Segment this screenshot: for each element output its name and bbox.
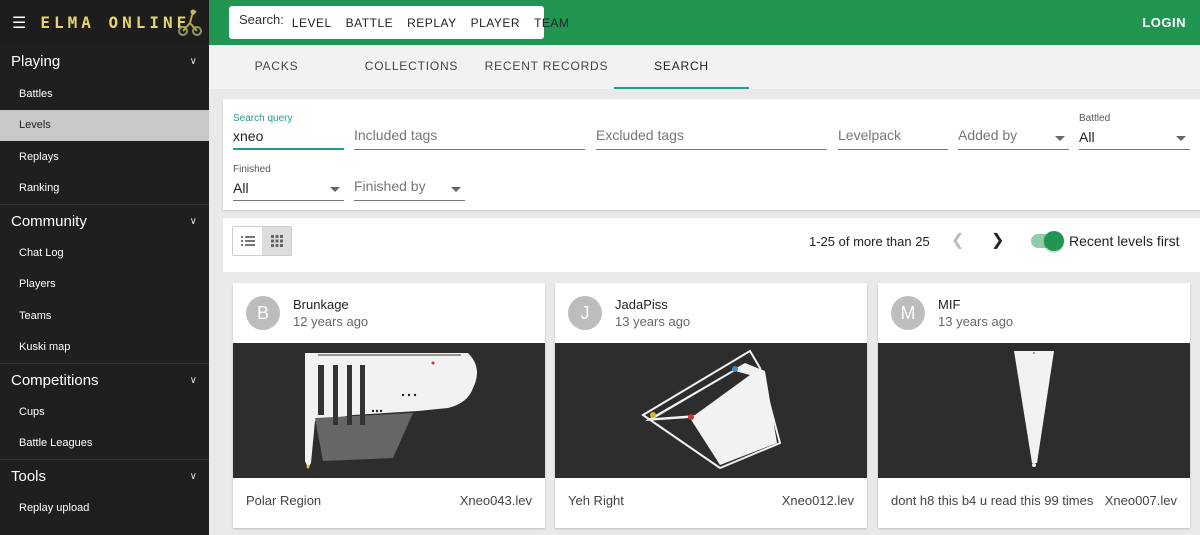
included-tags-placeholder: Included tags: [354, 127, 438, 143]
card-age: 13 years ago: [938, 314, 1014, 329]
sidebar: Playing ∨ Battles Levels Replays Ranking…: [0, 45, 209, 535]
added-by-placeholder: Added by: [958, 127, 1018, 143]
included-tags-field[interactable]: Included tags: [354, 127, 585, 150]
search-option-battle[interactable]: BATTLE: [346, 16, 393, 30]
card-age: 13 years ago: [615, 314, 691, 329]
finished-by-select[interactable]: Finished by: [354, 178, 465, 201]
card-author[interactable]: MIF: [938, 297, 960, 312]
card-level-name: Yeh Right: [568, 493, 624, 508]
section-title: Tools: [11, 467, 47, 485]
search-label: Search:: [239, 12, 284, 27]
global-search[interactable]: Search: LEVEL BATTLE REPLAY PLAYER TEAM: [229, 6, 569, 39]
levelpack-field[interactable]: Levelpack: [838, 127, 948, 150]
card-author[interactable]: JadaPiss: [615, 297, 668, 312]
battled-label: Battled: [1079, 113, 1111, 124]
chevron-right-icon[interactable]: ❯: [991, 230, 1004, 250]
sidebar-item-chat-log[interactable]: Chat Log: [0, 237, 209, 269]
grid-view-icon: [270, 235, 283, 247]
sidebar-section-tools[interactable]: Tools ∨: [0, 459, 209, 492]
dropdown-arrow-icon: [1176, 136, 1186, 141]
sidebar-section-competitions[interactable]: Competitions ∨: [0, 363, 209, 396]
chevron-down-icon: ∨: [189, 215, 197, 227]
dropdown-arrow-icon: [1055, 136, 1065, 141]
search-query-field[interactable]: Search query xneo: [233, 113, 344, 150]
search-option-team[interactable]: TEAM: [534, 16, 569, 30]
battled-value: All: [1079, 129, 1095, 145]
sidebar-item-ranking[interactable]: Ranking: [0, 173, 209, 205]
sidebar-section-community[interactable]: Community ∨: [0, 204, 209, 237]
sidebar-item-teams[interactable]: Teams: [0, 300, 209, 332]
sidebar-item-replay-upload[interactable]: Replay upload: [0, 492, 209, 524]
top-app-bar: ☰ ELMA ONLINE Search: LEVEL BATTLE REPLA…: [0, 0, 1200, 45]
section-title: Competitions: [11, 371, 99, 389]
tab-recent-records[interactable]: RECENT RECORDS: [479, 45, 614, 89]
battled-select[interactable]: Battled All: [1079, 113, 1190, 150]
search-option-player[interactable]: PLAYER: [471, 16, 520, 30]
finished-by-placeholder: Finished by: [354, 178, 426, 194]
levelpack-placeholder: Levelpack: [838, 127, 902, 143]
dropdown-arrow-icon: [330, 187, 340, 192]
level-tabs: PACKS COLLECTIONS RECENT RECORDS SEARCH: [209, 45, 1200, 89]
section-title: Playing: [11, 53, 61, 70]
level-card[interactable]: B Brunkage 12 years ago Polar Region Xne…: [233, 283, 545, 528]
sidebar-item-battles[interactable]: Battles: [0, 78, 209, 110]
grid-view-button[interactable]: [262, 227, 291, 255]
card-level-file: Xneo043.lev: [459, 493, 532, 508]
card-level-name: Polar Region: [246, 493, 322, 508]
card-author[interactable]: Brunkage: [293, 297, 349, 312]
card-level-file: Xneo007.lev: [1104, 493, 1177, 508]
chevron-down-icon: ∨: [189, 374, 197, 386]
excluded-tags-field[interactable]: Excluded tags: [596, 127, 827, 150]
recent-first-label: Recent levels first: [1069, 233, 1180, 249]
avatar: B: [246, 296, 280, 330]
sidebar-item-cups[interactable]: Cups: [0, 396, 209, 428]
sidebar-section-playing[interactable]: Playing ∨: [0, 45, 209, 78]
level-card[interactable]: M MIF 13 years ago dont h8 this b4 u rea…: [878, 283, 1190, 528]
chevron-down-icon: ∨: [189, 470, 197, 482]
search-query-label: Search query: [233, 113, 293, 124]
brand-area: ☰ ELMA ONLINE: [0, 0, 209, 45]
level-card[interactable]: J JadaPiss 13 years ago Yeh Right Xneo01…: [555, 283, 867, 528]
motorbike-logo-icon: [178, 9, 202, 36]
sidebar-item-replays[interactable]: Replays: [0, 141, 209, 173]
level-map-preview[interactable]: [233, 343, 545, 478]
view-mode-toggle: [232, 226, 292, 256]
chevron-down-icon: ∨: [189, 56, 197, 67]
level-map-preview[interactable]: [555, 343, 867, 478]
card-level-name: dont h8 this b4 u read this 99 times: [891, 493, 1094, 508]
finished-select[interactable]: Finished All: [233, 164, 344, 201]
sidebar-item-kuski-map[interactable]: Kuski map: [0, 332, 209, 364]
level-map-preview[interactable]: [878, 343, 1190, 478]
card-level-file: Xneo012.lev: [781, 493, 854, 508]
switch-knob: [1044, 231, 1064, 251]
search-query-value[interactable]: xneo: [233, 128, 263, 144]
excluded-tags-placeholder: Excluded tags: [596, 127, 684, 143]
list-view-icon: [240, 236, 255, 246]
sidebar-item-players[interactable]: Players: [0, 269, 209, 301]
added-by-select[interactable]: Added by: [958, 127, 1069, 150]
list-view-button[interactable]: [233, 227, 262, 255]
finished-label: Finished: [233, 164, 271, 175]
login-button[interactable]: LOGIN: [1142, 15, 1186, 30]
tab-search[interactable]: SEARCH: [614, 45, 749, 89]
search-option-level[interactable]: LEVEL: [292, 16, 332, 30]
search-filters-panel: Search query xneo Included tags Excluded…: [223, 99, 1200, 210]
chevron-left-icon[interactable]: ❮: [951, 230, 964, 250]
finished-value: All: [233, 180, 249, 196]
tab-collections[interactable]: COLLECTIONS: [344, 45, 479, 89]
avatar: M: [891, 296, 925, 330]
menu-icon[interactable]: ☰: [12, 13, 26, 33]
sidebar-item-levels[interactable]: Levels: [0, 109, 209, 141]
search-option-replay[interactable]: REPLAY: [407, 16, 456, 30]
brand-title[interactable]: ELMA ONLINE: [40, 13, 190, 32]
avatar: J: [568, 296, 602, 330]
pagination-text: 1-25 of more than 25: [809, 234, 930, 249]
dropdown-arrow-icon: [451, 187, 461, 192]
recent-first-switch[interactable]: [1031, 231, 1064, 251]
card-age: 12 years ago: [293, 314, 369, 329]
results-toolbar: 1-25 of more than 25 ❮ ❯ Recent levels f…: [223, 218, 1200, 272]
sidebar-item-battle-leagues[interactable]: Battle Leagues: [0, 428, 209, 460]
tab-packs[interactable]: PACKS: [209, 45, 344, 89]
section-title: Community: [11, 212, 87, 230]
